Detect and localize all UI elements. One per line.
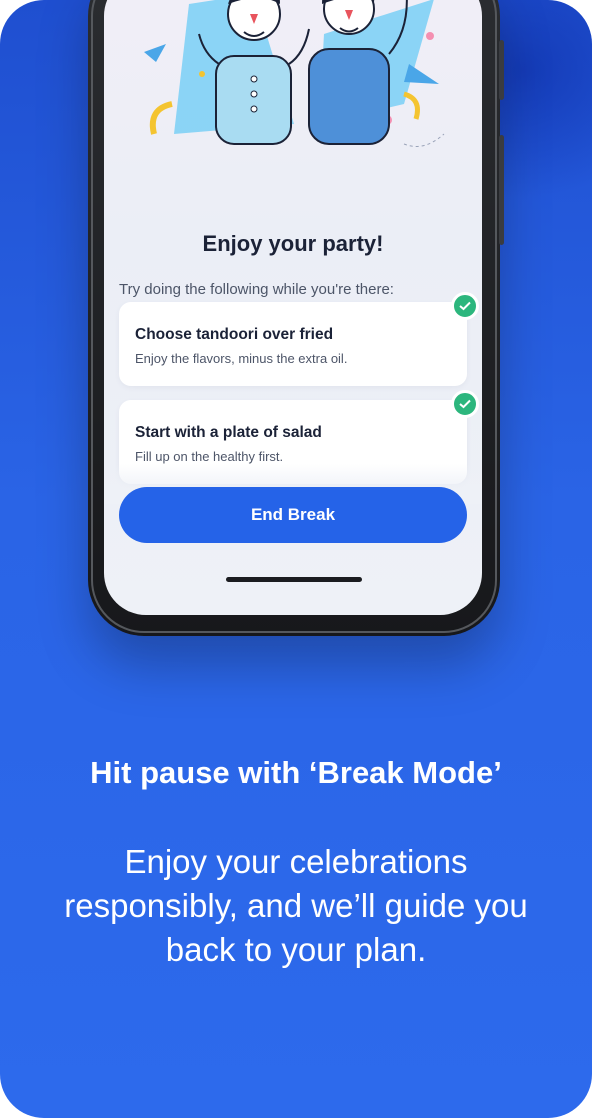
phone-side-button xyxy=(499,135,504,245)
tip-title: Choose tandoori over fried xyxy=(135,326,334,343)
screen-title: Enjoy your party! xyxy=(202,231,384,256)
promo-card: Enjoy your party! Try doing the followin… xyxy=(0,0,592,1118)
check-icon[interactable] xyxy=(451,292,479,320)
tip-card[interactable]: Choose tandoori over fried Enjoy the fla… xyxy=(119,292,479,386)
promo-headline: Hit pause with ‘Break Mode’ xyxy=(90,755,502,790)
phone-side-button xyxy=(499,40,504,100)
phone-screen: Enjoy your party! Try doing the followin… xyxy=(104,0,482,615)
home-indicator[interactable] xyxy=(226,577,362,582)
tip-subtitle: Fill up on the healthy first. xyxy=(135,449,284,464)
tip-title: Start with a plate of salad xyxy=(135,424,322,441)
tip-subtitle: Enjoy the flavors, minus the extra oil. xyxy=(135,351,348,366)
end-break-button[interactable]: End Break xyxy=(119,487,467,543)
screen-subtitle: Try doing the following while you're the… xyxy=(119,281,394,298)
phone-mockup: Enjoy your party! Try doing the followin… xyxy=(88,0,504,636)
party-illustration xyxy=(144,0,445,147)
check-icon[interactable] xyxy=(451,390,479,418)
promo-body: Enjoy your celebrations responsibly, and… xyxy=(64,843,528,968)
